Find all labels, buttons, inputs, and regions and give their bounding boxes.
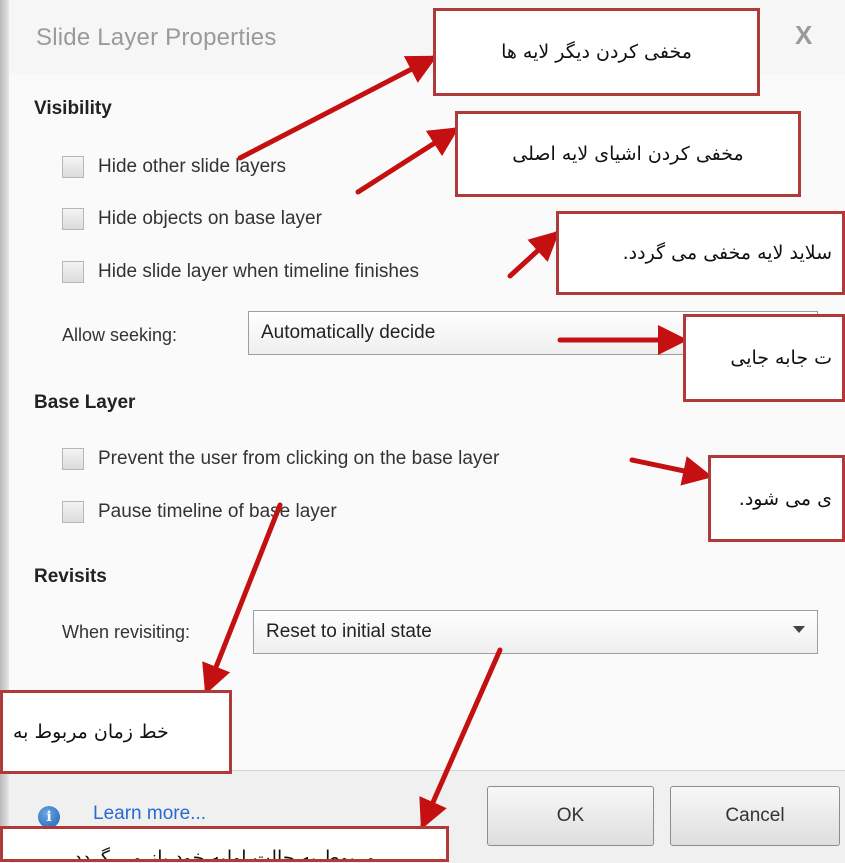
- visibility-heading: Visibility: [34, 98, 112, 119]
- checkbox-label: Hide other slide layers: [98, 156, 286, 177]
- annotation-hide-other: مخفی کردن دیگر لایه ها: [433, 8, 760, 96]
- checkbox-label: Hide objects on base layer: [98, 208, 322, 229]
- annotation-revisits: مربوط به حالت اولیه خود باز می گردد: [0, 826, 449, 862]
- pause-timeline-checkbox[interactable]: [62, 501, 84, 523]
- when-revisiting-value: Reset to initial state: [266, 621, 432, 642]
- checkbox-label: Hide slide layer when timeline finishes: [98, 261, 420, 282]
- annotation-allow-seeking: ت جابه جایی: [683, 314, 845, 402]
- revisits-heading: Revisits: [34, 566, 107, 587]
- allow-seeking-label: Allow seeking:: [62, 325, 178, 345]
- annotation-text: مخفی کردن اشیای لایه اصلی: [512, 143, 744, 165]
- ok-button[interactable]: OK: [487, 786, 654, 846]
- hide-base-objects-checkbox[interactable]: [62, 208, 84, 230]
- checkbox-label: Pause timeline of base layer: [98, 501, 337, 522]
- checkbox-label: Prevent the user from clicking on the ba…: [98, 448, 500, 469]
- hide-other-layers-option[interactable]: Hide other slide layers: [62, 152, 286, 182]
- hide-when-finished-option[interactable]: Hide slide layer when timeline finishes: [62, 257, 419, 287]
- chevron-down-icon: [793, 626, 805, 633]
- learn-more-link[interactable]: Learn more...: [93, 803, 206, 825]
- cancel-button[interactable]: Cancel: [670, 786, 840, 846]
- annotation-text: ت جابه جایی: [730, 347, 832, 369]
- info-icon[interactable]: i: [38, 806, 60, 828]
- allow-seeking-value: Automatically decide: [261, 322, 436, 343]
- annotation-text: ی می شود.: [738, 487, 832, 510]
- hide-other-layers-checkbox[interactable]: [62, 156, 84, 178]
- annotation-text: مربوط به حالت اولیه خود باز می گردد: [73, 847, 376, 862]
- when-revisiting-select[interactable]: Reset to initial state: [253, 610, 818, 654]
- pause-timeline-option[interactable]: Pause timeline of base layer: [62, 497, 337, 527]
- dialog-title: Slide Layer Properties: [36, 24, 277, 51]
- prevent-click-option[interactable]: Prevent the user from clicking on the ba…: [62, 444, 499, 474]
- annotation-hide-base: مخفی کردن اشیای لایه اصلی: [455, 111, 801, 197]
- hide-when-finished-checkbox[interactable]: [62, 261, 84, 283]
- annotation-prevent-click: ی می شود.: [708, 455, 845, 542]
- base-layer-heading: Base Layer: [34, 392, 136, 413]
- annotation-text: سلاید لایه مخفی می گردد.: [622, 242, 832, 264]
- annotation-text: خط زمان مربوط به: [13, 721, 169, 743]
- annotation-text: مخفی کردن دیگر لایه ها: [501, 41, 692, 63]
- annotation-pause-timeline: خط زمان مربوط به: [0, 690, 232, 774]
- when-revisiting-label: When revisiting:: [62, 622, 191, 642]
- annotation-hide-finished: سلاید لایه مخفی می گردد.: [556, 211, 845, 295]
- hide-base-objects-option[interactable]: Hide objects on base layer: [62, 204, 322, 234]
- close-icon[interactable]: X: [795, 20, 812, 51]
- prevent-click-checkbox[interactable]: [62, 448, 84, 470]
